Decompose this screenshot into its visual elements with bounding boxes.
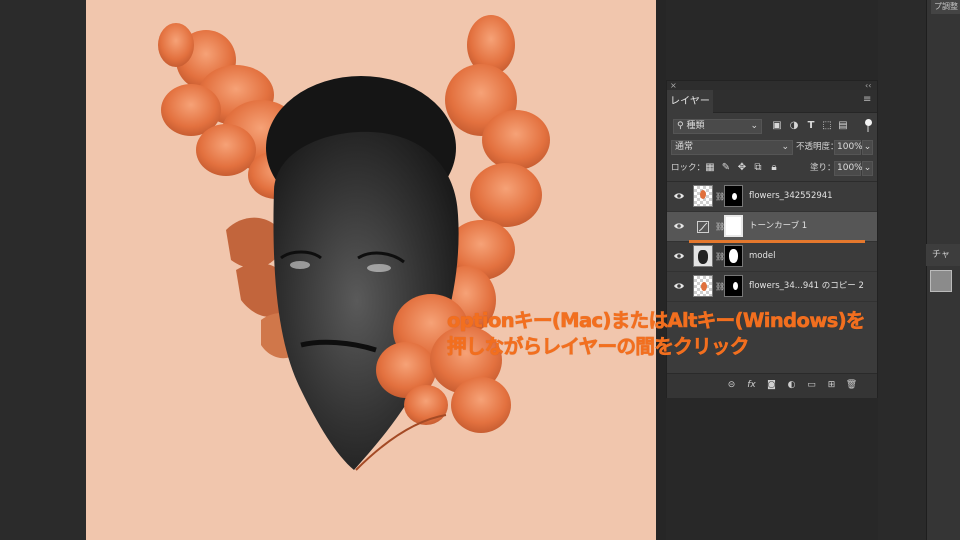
filter-kind-label: 種類: [686, 121, 705, 131]
layer-mask-thumbnail[interactable]: [724, 275, 743, 297]
filter-smart-object-icon[interactable]: ▤: [836, 119, 850, 133]
filter-pixel-icon[interactable]: ▣: [770, 119, 784, 133]
link-layers-icon[interactable]: ⊝: [725, 379, 738, 392]
lock-pixels-icon[interactable]: ✎: [719, 161, 733, 175]
caption-line-1: optionキー(Mac)またはAltキー(Windows)を: [447, 309, 866, 333]
curves-adjustment-icon[interactable]: [697, 221, 709, 233]
add-mask-icon[interactable]: ◙: [765, 379, 778, 392]
close-icon[interactable]: ×: [670, 81, 677, 90]
fx-icon[interactable]: fx: [745, 379, 758, 392]
adjustments-tab[interactable]: プ調整: [931, 0, 960, 14]
workspace-gap: [656, 0, 666, 540]
opacity-input[interactable]: 100%: [834, 140, 863, 155]
mask-link-icon[interactable]: ⛓: [715, 251, 725, 263]
search-icon: ⚲: [677, 121, 684, 131]
fill-input[interactable]: 100%: [834, 161, 863, 176]
layer-name[interactable]: flowers_342552941: [749, 182, 833, 211]
mask-link-icon[interactable]: ⛓: [715, 221, 725, 233]
instruction-caption: optionキー(Mac)またはAltキー(Windows)を 押しながらレイヤ…: [447, 308, 947, 360]
layer-filter-select[interactable]: ⚲ 種類 ⌄: [673, 119, 762, 134]
lock-all-icon[interactable]: 🔒︎: [767, 161, 781, 175]
layer-row[interactable]: ⛓ flowers_342552941: [667, 182, 877, 212]
lock-label: ロック：: [671, 163, 706, 173]
filter-adjustment-icon[interactable]: ◑: [787, 119, 801, 133]
visibility-eye-icon[interactable]: [673, 220, 685, 232]
document-canvas[interactable]: [86, 0, 656, 540]
visibility-eye-icon[interactable]: [673, 190, 685, 202]
chevron-down-icon: ⌄: [750, 121, 758, 131]
mask-link-icon[interactable]: ⛓: [715, 281, 725, 293]
blend-mode-value: 通常: [675, 142, 694, 152]
layer-name[interactable]: flowers_34...941 のコピー 2: [749, 272, 864, 301]
clipping-indicator: [689, 240, 865, 243]
new-layer-icon[interactable]: ⊞: [825, 379, 838, 392]
layer-row[interactable]: ⛓ flowers_34...941 のコピー 2: [667, 272, 877, 302]
opacity-label: 不透明度：: [796, 142, 839, 152]
artwork: [158, 15, 550, 471]
opacity-dropdown-icon[interactable]: ⌄: [862, 140, 873, 155]
blend-mode-select[interactable]: 通常 ⌄: [671, 140, 793, 155]
channels-tab[interactable]: チャ: [926, 244, 960, 266]
layer-row[interactable]: ⛓ model: [667, 242, 877, 272]
new-adjustment-icon[interactable]: ◐: [785, 379, 798, 392]
layer-row-selected[interactable]: ⛓ トーンカーブ 1: [667, 212, 877, 242]
fill-label: 塗り：: [810, 163, 836, 173]
filter-shape-icon[interactable]: ⬚: [820, 119, 834, 133]
layer-thumbnail[interactable]: [693, 245, 713, 267]
panel-menu-icon[interactable]: ≡: [863, 94, 873, 106]
channel-thumbnail[interactable]: [930, 270, 952, 292]
filter-type-icon[interactable]: T: [804, 119, 818, 133]
layer-name[interactable]: トーンカーブ 1: [749, 212, 807, 241]
collapse-icon[interactable]: ‹‹: [865, 81, 871, 90]
new-group-icon[interactable]: ▭: [805, 379, 818, 392]
layer-thumbnail[interactable]: [693, 185, 713, 207]
lock-artboard-icon[interactable]: ⧉: [751, 161, 765, 175]
caption-line-2: 押しながらレイヤーの間をクリック: [447, 335, 750, 359]
layer-mask-thumbnail[interactable]: [724, 185, 743, 207]
mask-link-icon[interactable]: ⛓: [715, 191, 725, 203]
layer-thumbnail[interactable]: [693, 275, 713, 297]
panel-title-bar[interactable]: × ‹‹: [667, 81, 877, 90]
layer-name[interactable]: model: [749, 242, 775, 271]
panel-bottom-bar: ⊝ fx ◙ ◐ ▭ ⊞ 🗑︎: [667, 373, 877, 398]
lock-position-icon[interactable]: ✥: [735, 161, 749, 175]
visibility-eye-icon[interactable]: [673, 280, 685, 292]
tab-layers[interactable]: レイヤー: [667, 90, 713, 113]
workspace-left: [0, 0, 86, 540]
fill-dropdown-icon[interactable]: ⌄: [862, 161, 873, 176]
layer-mask-thumbnail[interactable]: [724, 215, 743, 237]
layer-mask-thumbnail[interactable]: [724, 245, 743, 267]
chevron-down-icon: ⌄: [781, 142, 789, 152]
visibility-eye-icon[interactable]: [673, 250, 685, 262]
lock-transparent-icon[interactable]: ▦: [703, 161, 717, 175]
trash-icon[interactable]: 🗑︎: [845, 379, 858, 392]
filter-toggle[interactable]: [865, 119, 873, 133]
